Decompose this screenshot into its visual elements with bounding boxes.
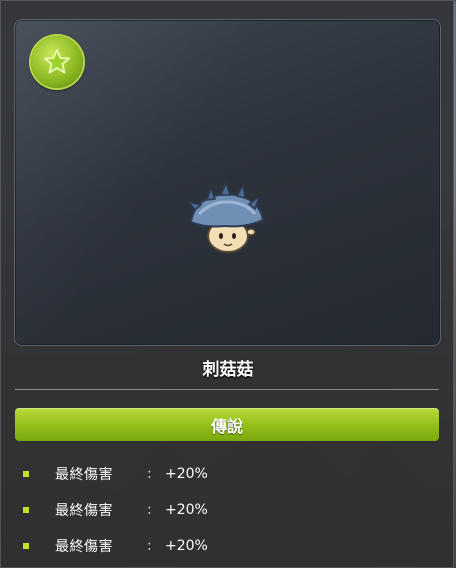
item-preview (14, 19, 441, 346)
divider (15, 389, 439, 390)
stat-value: +20% (165, 538, 208, 554)
stat-value: +20% (165, 502, 208, 518)
stat-row: 最終傷害 : +20% (21, 456, 441, 492)
bullet-icon (23, 543, 29, 549)
stat-row: 最終傷害 : +20% (21, 528, 441, 564)
spiky-mushroom-icon (187, 180, 265, 253)
bullet-icon (23, 507, 29, 513)
stat-separator: : (147, 502, 152, 518)
stat-label: 最終傷害 (55, 503, 113, 519)
stat-label: 最終傷害 (55, 539, 113, 555)
rank-label: 傳說 (210, 416, 243, 436)
item-tooltip: 刺菇菇 傳說 最終傷害 : +20% 最終傷害 : +20% 最終傷害 : +2… (0, 0, 454, 568)
stat-list: 最終傷害 : +20% 最終傷害 : +20% 最終傷害 : +20% (21, 456, 441, 564)
bullet-icon (23, 471, 29, 477)
item-name: 刺菇菇 (202, 360, 254, 380)
stat-row: 最終傷害 : +20% (21, 492, 441, 528)
stat-label: 最終傷害 (55, 467, 113, 483)
stat-separator: : (147, 466, 152, 482)
stat-separator: : (147, 538, 152, 554)
rank-badge: 傳說 (15, 408, 439, 441)
stat-value: +20% (165, 466, 208, 482)
star-icon (31, 36, 83, 88)
